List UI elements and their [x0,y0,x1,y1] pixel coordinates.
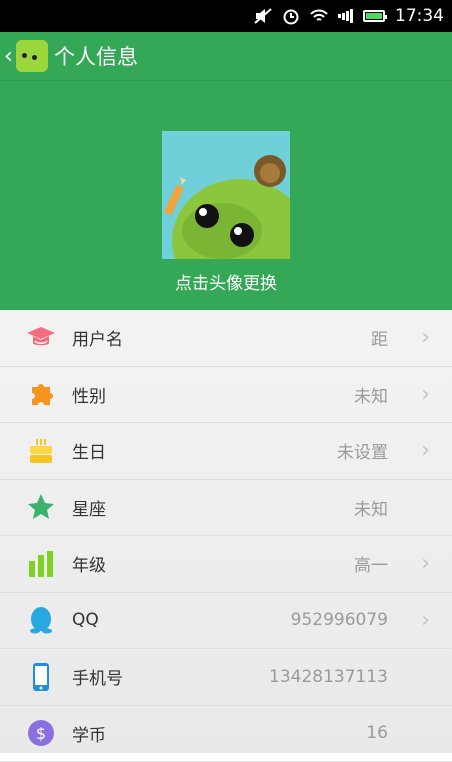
app-bar: ‹ 个人信息 [0,32,452,80]
list-item-qq[interactable]: QQ 952996079 › [0,593,452,650]
signal-icon [338,9,353,23]
list-item-value: 未知 [354,495,388,520]
list-item-label: 性别 [72,382,106,407]
list-item-label: 手机号 [72,664,123,689]
coin-icon: $ [26,718,56,748]
qq-penguin-icon [26,605,56,635]
list-item-grade[interactable]: 年级 高一 › [0,536,452,593]
list-item-coins[interactable]: $ 学币 16 [0,706,452,762]
list-item-label: 用户名 [72,325,123,350]
list-item-label: 年级 [72,551,106,576]
puzzle-icon [26,379,56,409]
list-item-label: 星座 [72,495,106,520]
chevron-right-icon: › [421,382,430,407]
profile-header: 点击头像更换 [0,80,452,310]
chevron-right-icon: › [421,608,430,633]
avatar-hint[interactable]: 点击头像更换 [0,269,452,294]
page-title: 个人信息 [54,41,138,71]
status-bar: 17:34 [0,0,452,32]
avatar[interactable] [162,131,290,259]
star-icon [26,492,56,522]
list-item-value: 16 [366,723,388,743]
app-logo[interactable] [16,40,48,72]
chevron-right-icon: › [421,438,430,463]
status-time: 17:34 [395,6,444,26]
cake-icon [26,436,56,466]
chevron-left-icon[interactable]: ‹ [4,44,14,69]
list-item-value: 距 [371,325,388,350]
chevron-right-icon: › [421,325,430,350]
list-item-label: 学币 [72,721,106,746]
svg-text:$: $ [36,724,46,743]
list-item-username[interactable]: 用户名 距 › [0,310,452,367]
battery-icon [363,10,385,22]
profile-list: 用户名 距 › 性别 未知 › 生日 未设置 › 星座 未知 年级 高一 › [0,310,452,753]
mute-icon [254,8,272,24]
list-item-gender[interactable]: 性别 未知 › [0,367,452,424]
list-item-value: 13428137113 [269,667,388,687]
wifi-icon [310,9,328,23]
bar-chart-icon [26,549,56,579]
chevron-right-icon: › [421,551,430,576]
list-item-value: 952996079 [291,610,388,630]
list-item-value: 高一 [354,551,388,576]
list-item-label: QQ [72,610,99,630]
graduation-cap-icon [26,323,56,353]
list-item-constellation[interactable]: 星座 未知 [0,480,452,537]
list-item-phone[interactable]: 手机号 13428137113 [0,649,452,706]
list-item-value: 未设置 [337,438,388,463]
alarm-icon [282,7,300,25]
list-item-value: 未知 [354,382,388,407]
list-item-birthday[interactable]: 生日 未设置 › [0,423,452,480]
list-item-label: 生日 [72,438,106,463]
phone-icon [26,662,56,692]
